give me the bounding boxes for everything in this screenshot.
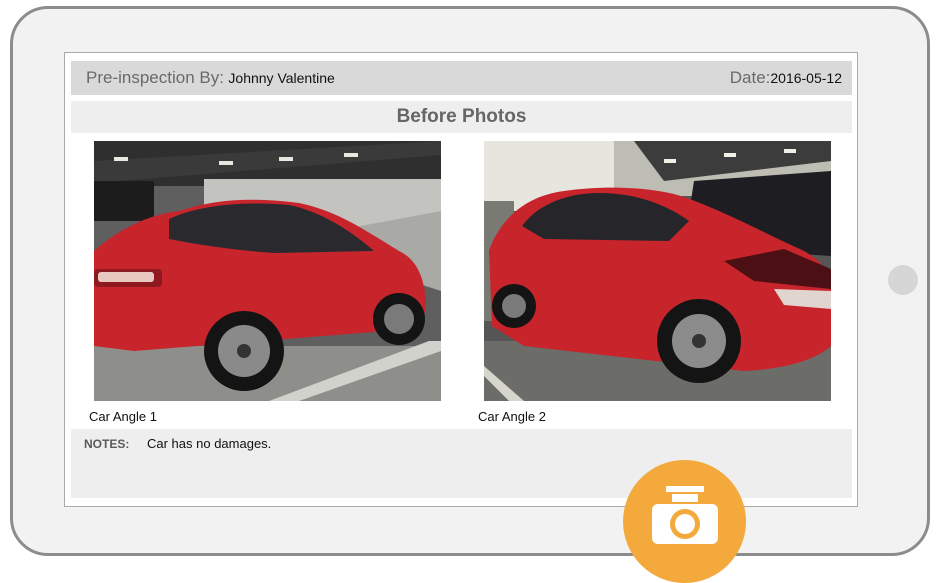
car-photo-1[interactable] bbox=[94, 141, 441, 401]
inspector-field: Pre-inspection By: Johnny Valentine bbox=[86, 61, 335, 96]
car-photo-1-image bbox=[94, 141, 441, 401]
date-value: 2016-05-12 bbox=[770, 70, 842, 86]
notes-text: Car has no damages. bbox=[147, 436, 272, 451]
inspector-name: Johnny Valentine bbox=[228, 70, 335, 86]
date-label: Date: bbox=[729, 68, 771, 87]
car-photo-2-image bbox=[484, 141, 831, 401]
car-photo-2[interactable] bbox=[484, 141, 831, 401]
section-title: Before Photos bbox=[71, 101, 852, 133]
notes-label: NOTES: bbox=[84, 437, 130, 451]
photo-1-caption: Car Angle 1 bbox=[89, 409, 157, 424]
inspector-label: Pre-inspection By: bbox=[86, 68, 224, 87]
date-field: Date:2016-05-12 bbox=[730, 61, 842, 96]
inspection-report: Pre-inspection By: Johnny Valentine Date… bbox=[64, 52, 858, 507]
home-button[interactable] bbox=[888, 265, 918, 295]
camera-icon bbox=[652, 486, 718, 544]
camera-button[interactable] bbox=[623, 460, 746, 583]
photo-2-caption: Car Angle 2 bbox=[478, 409, 546, 424]
report-header: Pre-inspection By: Johnny Valentine Date… bbox=[71, 61, 852, 95]
